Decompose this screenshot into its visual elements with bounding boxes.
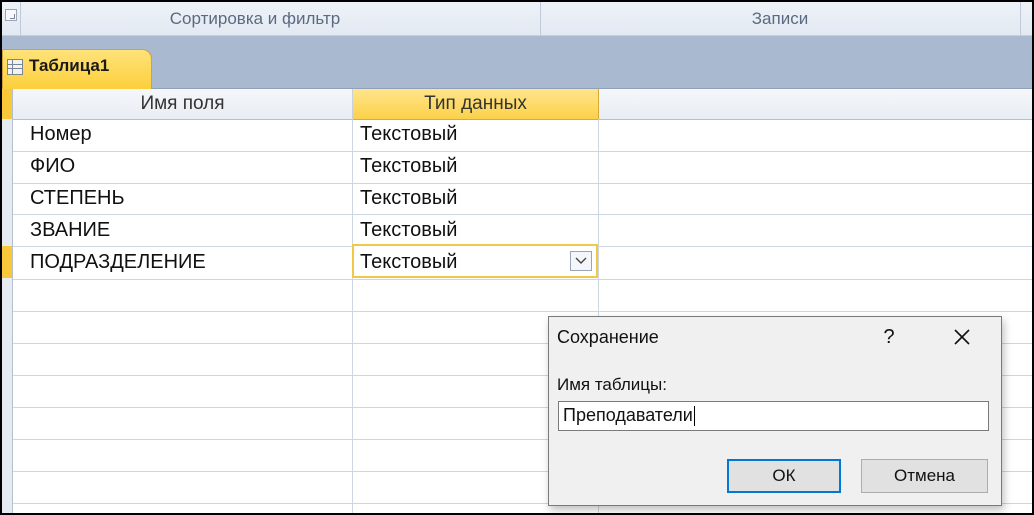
field-name-cell[interactable]: Номер [30,123,92,146]
row-selector-column [2,89,13,513]
row-divider [13,279,1032,280]
column-header-description[interactable] [599,89,1032,120]
close-button[interactable] [947,323,977,351]
row-divider [13,151,1032,152]
column-divider [352,119,353,513]
dropdown-button[interactable] [570,251,592,271]
table-name-value: Преподаватели [563,405,693,425]
ribbon-separator [1020,2,1021,35]
ribbon-group-records: Записи [751,9,809,28]
tab-label: Таблица1 [29,56,110,75]
data-type-select[interactable]: Текстовый [352,244,598,278]
text-caret [693,406,695,427]
chevron-down-icon [575,257,587,264]
tab-table1[interactable]: Таблица1 [2,49,152,89]
column-header-data-type[interactable]: Тип данных [353,89,599,120]
data-type-cell[interactable]: Текстовый [360,219,457,242]
row-divider [13,214,1032,215]
ok-button[interactable]: ОК [727,459,841,493]
ribbon-group-sort-filter: Сортировка и фильтр [169,9,341,28]
cancel-button[interactable]: Отмена [861,459,988,493]
row-divider [13,183,1032,184]
table-icon [7,59,23,75]
access-window: Сортировка и фильтр Записи Таблица1 Имя … [0,0,1034,515]
save-dialog: Сохранение ? Имя таблицы: Преподаватели … [548,316,1002,506]
field-name-cell[interactable]: ФИО [30,155,75,178]
header-selector [2,89,12,119]
data-type-cell[interactable]: Текстовый [360,187,457,210]
dialog-title: Сохранение [557,327,659,347]
help-button[interactable]: ? [875,323,903,351]
table-name-input[interactable]: Преподаватели [558,401,989,431]
data-type-cell[interactable]: Текстовый [360,123,457,146]
field-name-cell[interactable]: ЗВАНИЕ [30,219,110,242]
field-name-cell[interactable]: СТЕПЕНЬ [30,187,125,210]
field-name-cell[interactable]: ПОДРАЗДЕЛЕНИЕ [30,251,206,274]
dialog-launcher-icon[interactable] [5,9,17,21]
document-tab-strip: Таблица1 [2,36,1032,89]
row-divider [13,311,1032,312]
column-header-field-name[interactable]: Имя поля [13,89,353,120]
ribbon-group-bar: Сортировка и фильтр Записи [2,2,1032,36]
close-icon [954,329,970,345]
data-type-value: Текстовый [360,251,458,273]
table-name-label: Имя таблицы: [557,375,667,394]
current-row-indicator[interactable] [2,246,12,278]
data-type-cell[interactable]: Текстовый [360,155,457,178]
